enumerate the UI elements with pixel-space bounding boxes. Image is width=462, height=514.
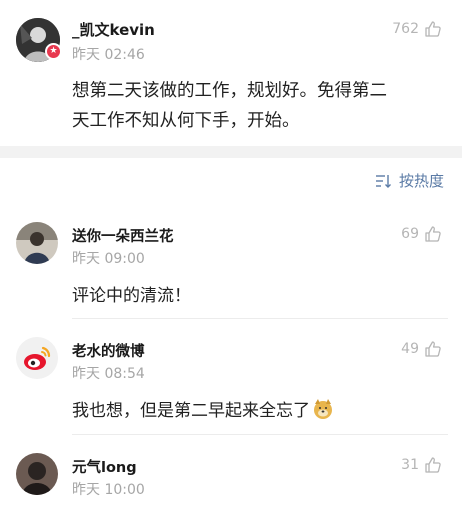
weibo-logo-icon [16, 337, 58, 379]
like-button[interactable]: 69 [401, 225, 442, 243]
like-count: 31 [401, 457, 419, 473]
author-name[interactable]: _凯文kevin [72, 19, 155, 40]
thumbs-up-icon [425, 21, 441, 37]
thumbs-up-icon [425, 226, 441, 242]
verified-badge-icon [45, 43, 62, 60]
avatar[interactable] [16, 337, 58, 379]
comment-author[interactable]: 送你一朵西兰花 [72, 225, 174, 246]
thumbs-up-icon [425, 457, 441, 473]
thumbs-up-icon [425, 341, 441, 357]
post-card: _凯文kevin 昨天 02:46 762 想第二天该做的工作，规划好。免得第二… [0, 0, 462, 146]
avatar[interactable] [16, 453, 58, 495]
sort-icon [375, 174, 391, 188]
profile-photo [16, 453, 58, 495]
comment-text-content: 我也想，但是第二早起来全忘了 [72, 401, 310, 421]
like-button[interactable]: 762 [392, 20, 442, 38]
sort-by-hot-button[interactable]: 按热度 [375, 170, 444, 191]
avatar[interactable] [16, 222, 58, 264]
doge-emoji-icon [314, 398, 332, 419]
comment-time: 昨天 09:00 [72, 251, 145, 267]
profile-photo [16, 222, 58, 264]
comment-text: 评论中的清流！ [72, 286, 191, 306]
comment-text: 我也想，但是第二早起来全忘了 [72, 396, 334, 421]
comment-divider [72, 318, 448, 319]
post-text-line-1: 想第二天该做的工作，规划好。免得第二 [72, 81, 387, 101]
comment-author[interactable]: 老水的微博 [72, 340, 145, 361]
like-count: 49 [401, 341, 419, 357]
comment-time: 昨天 10:00 [72, 482, 145, 498]
like-button[interactable]: 49 [401, 340, 442, 358]
like-count: 69 [401, 226, 419, 242]
section-divider [0, 146, 462, 158]
like-button[interactable]: 31 [401, 456, 442, 474]
sort-label: 按热度 [398, 172, 444, 190]
comment-author[interactable]: 元气long [72, 456, 137, 477]
post-time: 昨天 02:46 [72, 47, 145, 63]
post-text-line-2: 天工作不知从何下手，开始。 [72, 111, 300, 131]
like-count: 762 [392, 21, 419, 37]
comment-time: 昨天 08:54 [72, 366, 145, 382]
comment-divider [72, 434, 448, 435]
